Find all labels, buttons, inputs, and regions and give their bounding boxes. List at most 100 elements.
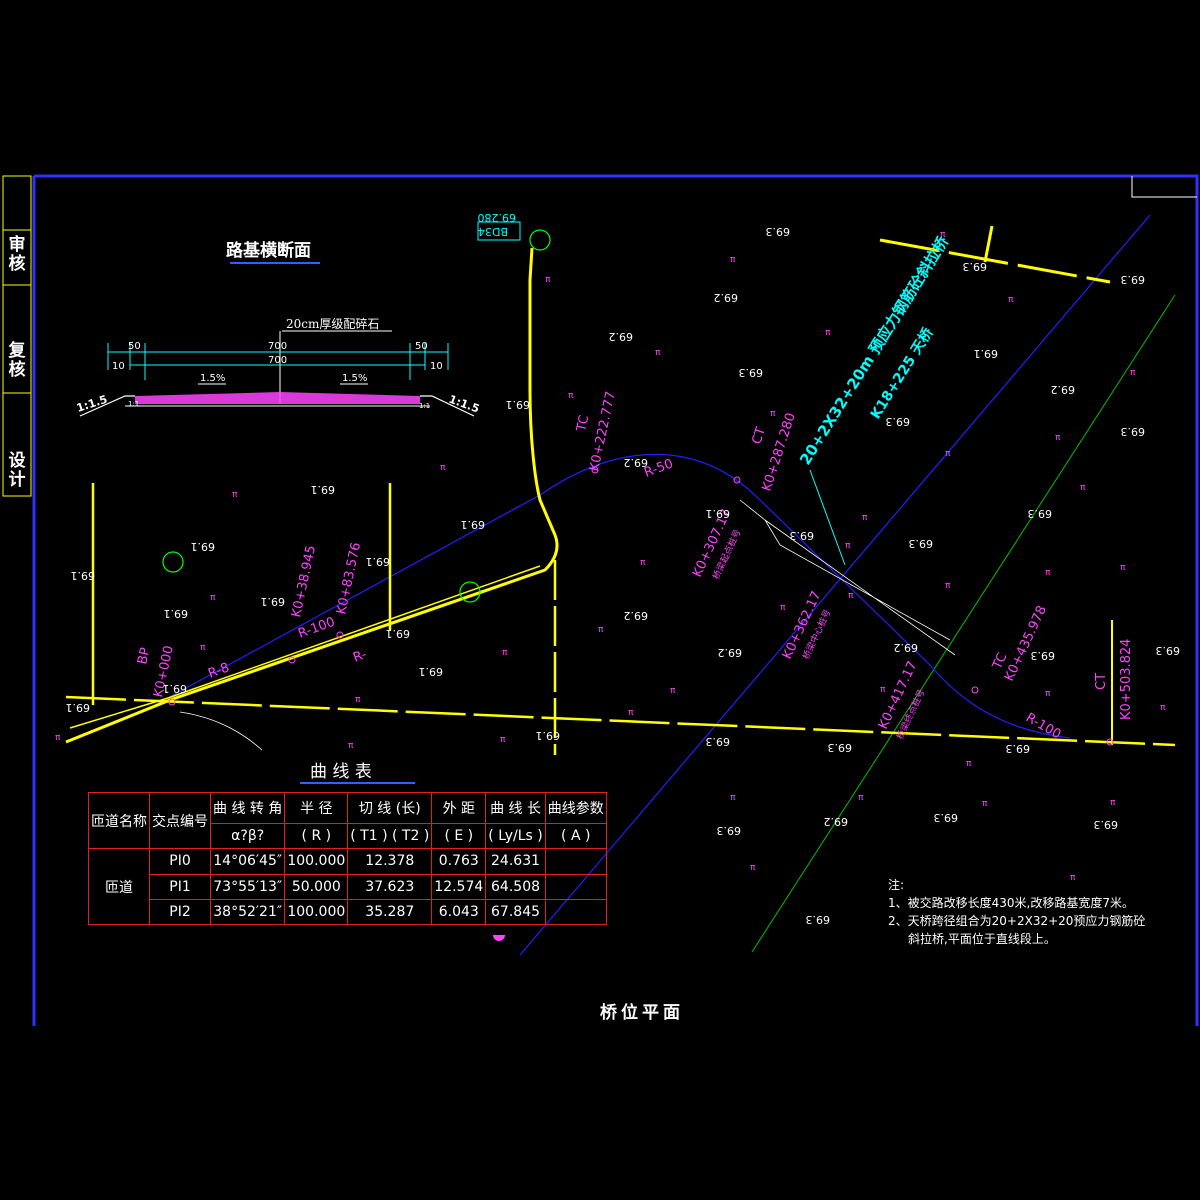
svg-text:π: π	[640, 558, 646, 568]
bench-mark: BD34	[478, 225, 508, 238]
plan-title: 桥位平面	[600, 1002, 684, 1023]
svg-text:π: π	[1130, 368, 1136, 378]
svg-text:69.1: 69.1	[386, 627, 411, 640]
svg-text:69.2: 69.2	[624, 456, 649, 469]
svg-text:π: π	[862, 513, 868, 523]
header-external: 外 距	[431, 791, 487, 825]
cross-slope-right: 1.5%	[342, 373, 367, 384]
svg-text:69.2: 69.2	[718, 646, 743, 659]
curve-table-title: 曲 线 表	[310, 762, 372, 782]
svg-text:69.1: 69.1	[706, 507, 731, 520]
table-row: 匝道 PI0 14°06′45″ 100.000 12.378 0.763 24…	[88, 848, 607, 925]
svg-text:69.3: 69.3	[886, 415, 911, 428]
svg-text:π: π	[770, 409, 776, 419]
svg-text:π: π	[848, 591, 854, 601]
svg-text:π: π	[858, 793, 864, 803]
svg-text:π: π	[598, 625, 604, 635]
notes: 注: 1、被交路改移长度430米,改移路基宽度7米。 2、天桥跨径组合为20+2…	[888, 876, 1188, 948]
notes-head: 注:	[888, 878, 905, 892]
svg-text:π: π	[210, 593, 216, 603]
svg-text:π: π	[545, 275, 551, 285]
svg-text:π: π	[880, 685, 886, 695]
svg-text:π: π	[655, 348, 661, 358]
svg-text:π: π	[502, 648, 508, 658]
svg-text:π: π	[966, 759, 972, 769]
svg-text:69.1: 69.1	[164, 607, 189, 620]
svg-text:π: π	[845, 541, 851, 551]
note-line-1: 1、被交路改移长度430米,改移路基宽度7米。	[888, 896, 1134, 910]
section-title: 路基横断面	[226, 240, 311, 261]
svg-text:69.3: 69.3	[1006, 742, 1031, 755]
svg-text:69.3: 69.3	[1028, 507, 1053, 520]
svg-text:69.3: 69.3	[1094, 818, 1119, 831]
svg-text:69.2: 69.2	[1051, 383, 1076, 396]
svg-text:π: π	[750, 863, 756, 873]
dim-700-top: 700	[268, 341, 287, 352]
svg-text:69.3: 69.3	[909, 537, 934, 550]
svg-text:69.1: 69.1	[366, 555, 391, 568]
svg-text:π: π	[730, 255, 736, 265]
svg-text:π: π	[1120, 563, 1126, 573]
svg-text:π: π	[670, 686, 676, 696]
svg-text:69.3: 69.3	[790, 529, 815, 542]
svg-text:69.2: 69.2	[609, 330, 634, 343]
svg-text:69.3: 69.3	[706, 735, 731, 748]
svg-text:69.1: 69.1	[536, 729, 561, 742]
dim-50-right: 50	[415, 341, 428, 352]
note-line-3: 斜拉桥,平面位于直线段上。	[908, 932, 1056, 946]
svg-text:π: π	[1045, 689, 1051, 699]
svg-text:π: π	[348, 741, 354, 751]
header-param: 曲线参数	[544, 791, 607, 825]
svg-text:π: π	[945, 449, 951, 459]
svg-text:69.1: 69.1	[311, 483, 336, 496]
station-k503: K0+503.824	[1119, 639, 1134, 720]
dim-10-left: 10	[112, 361, 125, 372]
svg-text:69.1: 69.1	[419, 665, 444, 678]
svg-text:69.3: 69.3	[828, 741, 853, 754]
svg-text:69.3: 69.3	[1031, 649, 1056, 662]
ratio-left: 1:1	[128, 400, 139, 408]
svg-text:π: π	[55, 733, 61, 743]
svg-text:69.1: 69.1	[66, 701, 91, 714]
svg-text:π: π	[568, 391, 574, 401]
svg-text:π: π	[1160, 703, 1166, 713]
svg-text:π: π	[355, 695, 361, 705]
header-ramp: 匝道名称	[88, 791, 150, 850]
svg-text:69.3: 69.3	[766, 225, 791, 238]
svg-text:π: π	[1110, 798, 1116, 808]
svg-text:69.1: 69.1	[191, 540, 216, 553]
header-angle: 曲 线 转 角	[209, 791, 286, 825]
header-pi: 交点编号	[149, 791, 211, 850]
label-recheck: 复核	[8, 341, 26, 380]
svg-text:π: π	[1055, 433, 1061, 443]
svg-text:69.3: 69.3	[717, 824, 742, 837]
cross-slope-left: 1.5%	[200, 373, 225, 384]
svg-text:π: π	[1045, 568, 1051, 578]
svg-text:69.1: 69.1	[261, 595, 286, 608]
svg-text:69.1: 69.1	[506, 398, 531, 411]
svg-text:69.2: 69.2	[714, 291, 739, 304]
bench-elev: 69.280	[478, 211, 517, 224]
svg-text:69.2: 69.2	[894, 641, 919, 654]
svg-text:π: π	[500, 735, 506, 745]
svg-text:69.1: 69.1	[461, 518, 486, 531]
dim-10-right: 10	[430, 361, 443, 372]
ratio-right: 1:1	[419, 402, 430, 410]
table-header-row: 匝道名称 交点编号 曲 线 转 角 半 径 切 线 (长) 外 距 曲 线 长 …	[88, 791, 607, 850]
svg-text:69.1: 69.1	[71, 569, 96, 582]
svg-text:69.3: 69.3	[806, 913, 831, 926]
svg-text:π: π	[940, 230, 946, 240]
curve-table: 匝道名称 交点编号 曲 线 转 角 半 径 切 线 (长) 外 距 曲 线 长 …	[88, 791, 607, 926]
header-radius: 半 径	[284, 791, 349, 825]
cad-drawing: 路基横断面 20cm厚级配碎石 50 700 50 10 700 10 1.5%…	[0, 0, 1200, 1200]
svg-text:69.2: 69.2	[624, 609, 649, 622]
header-length: 曲 线 长	[485, 791, 546, 825]
svg-text:69.3: 69.3	[739, 366, 764, 379]
svg-text:69.3: 69.3	[1121, 425, 1146, 438]
svg-text:π: π	[730, 793, 736, 803]
svg-text:69.3: 69.3	[1121, 273, 1146, 286]
svg-text:69.2: 69.2	[824, 815, 849, 828]
svg-text:π: π	[825, 328, 831, 338]
note-line-2: 2、天桥跨径组合为20+2X32+20预应力钢筋砼	[888, 914, 1146, 928]
svg-text:π: π	[440, 463, 446, 473]
